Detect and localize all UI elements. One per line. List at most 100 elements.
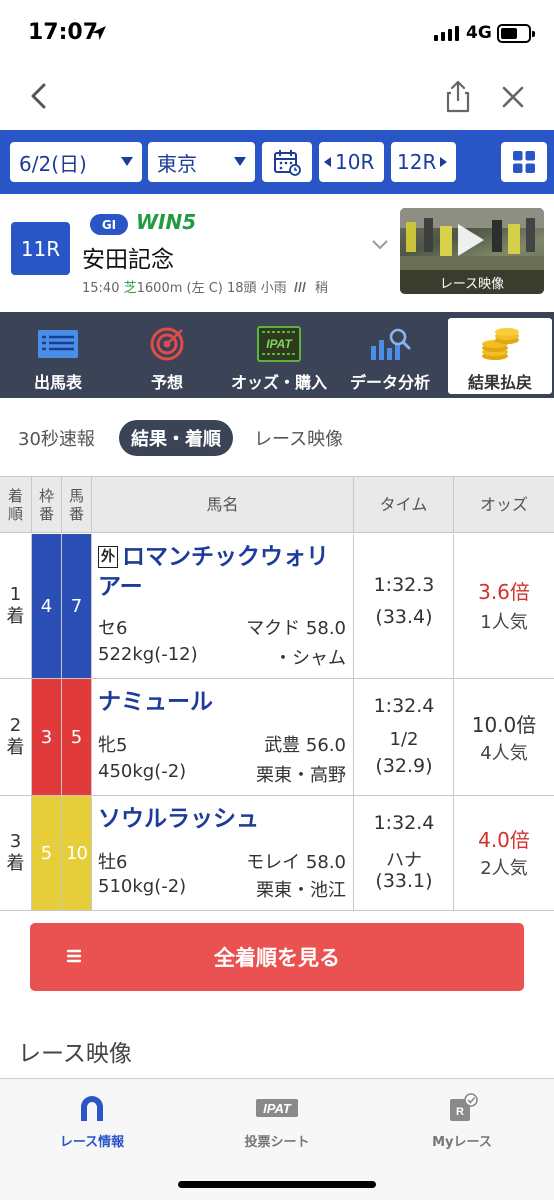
tab-data-analysis[interactable]: データ分析 xyxy=(337,318,443,394)
surface: 芝 xyxy=(123,281,137,296)
header-waku: 枠番 xyxy=(32,477,62,533)
horse-meta-1: 牝5 武豊 56.0 xyxy=(98,731,350,757)
list-lines-icon xyxy=(66,949,82,963)
umaban-cell: 5 xyxy=(62,679,92,795)
header-waku-label: 枠番 xyxy=(38,487,54,523)
calendar-button[interactable] xyxy=(262,142,312,182)
header-odds: オッズ xyxy=(479,495,528,514)
header-horse: 馬名 xyxy=(92,477,354,533)
jockey-weight: 武豊 56.0 xyxy=(264,731,346,757)
subtab-race-video[interactable]: レース映像 xyxy=(254,420,343,456)
race-selector-bar: 6/2(日) 東京 10R 12R xyxy=(0,130,554,194)
tab-prediction[interactable]: 予想 xyxy=(115,318,219,394)
horse-name[interactable]: 外ロマンチックウォリアー xyxy=(98,542,350,602)
navigation-bar xyxy=(0,66,554,128)
time-cell: 1:32.4 1/2 (32.9) xyxy=(354,679,454,795)
trainer: 栗東・池江 xyxy=(256,880,346,901)
share-icon[interactable] xyxy=(440,78,476,114)
calendar-refresh-icon xyxy=(274,150,301,176)
back-chevron-icon[interactable] xyxy=(22,78,58,114)
tab-results-payout[interactable]: 結果払戻 xyxy=(448,318,552,394)
popularity: 4人気 xyxy=(480,743,528,764)
time-cell: 1:32.3 (33.4) xyxy=(354,534,454,678)
tab-odds-label: オッズ・購入 xyxy=(230,373,327,392)
popularity: 2人気 xyxy=(480,858,528,879)
horse-cell[interactable]: ソウルラッシュ 牡6 モレイ 58.0 510kg(-2) 栗東・池江 xyxy=(92,796,354,910)
last-3f: (33.4) xyxy=(375,606,433,628)
horse-name-text: ロマンチックウォリアー xyxy=(98,544,329,600)
clock: 17:07 xyxy=(28,20,99,45)
home-indicator xyxy=(178,1181,376,1188)
header-umaban: 馬番 xyxy=(62,477,92,533)
race-video-thumbnail[interactable]: レース映像 xyxy=(400,208,544,294)
body-weight: 450kg(-2) xyxy=(98,761,187,782)
ipat-icon: IPAT xyxy=(256,1099,298,1117)
my-race-icon-text: R xyxy=(456,1106,464,1118)
bottom-tab-race-info-label: レース情報 xyxy=(59,1135,125,1150)
next-race-label: 12R xyxy=(397,150,437,174)
table-row[interactable]: 1着 4 7 外ロマンチックウォリアー セ6 マクド 58.0 522kg(-1… xyxy=(0,534,554,679)
date-value: 6/2(日) xyxy=(19,151,87,176)
entries-icon xyxy=(38,330,78,358)
bottom-tab-my-race-label: Myレース xyxy=(432,1135,492,1150)
carried-weight: 58.0 xyxy=(305,618,346,639)
umaban-cell: 10 xyxy=(62,796,92,910)
trainer: ・シャム xyxy=(274,648,346,669)
next-race-button[interactable]: 12R xyxy=(391,142,456,182)
table-header: 着順 枠番 馬番 馬名 タイム オッズ xyxy=(0,477,554,533)
chevron-down-icon[interactable] xyxy=(370,238,390,252)
tab-entries[interactable]: 出馬表 xyxy=(6,318,110,394)
horse-meta-1: セ6 マクド 58.0 xyxy=(98,614,350,640)
jockey: モレイ xyxy=(246,852,301,873)
umaban-cell: 7 xyxy=(62,534,92,678)
jockey-weight: マクド 58.0 xyxy=(246,614,346,640)
network-type: 4G xyxy=(466,23,492,43)
race-info: 15:40 芝1600m (左 C) 18頭 小雨 稍 xyxy=(82,277,328,296)
subtab-30sec[interactable]: 30秒速報 xyxy=(18,420,95,456)
header-time: タイム xyxy=(354,477,454,533)
odds-cell: 4.0倍 2人気 xyxy=(454,796,554,910)
sex-age: セ6 xyxy=(98,618,128,639)
horse-meta-1: 牡6 モレイ 58.0 xyxy=(98,848,350,874)
start-time: 15:40 xyxy=(82,281,120,296)
result-subtabs: 30秒速報 結果・着順 レース映像 xyxy=(0,418,554,460)
date-select[interactable]: 6/2(日) xyxy=(10,142,142,182)
horse-meta-2: 522kg(-12) ・シャム xyxy=(98,644,350,669)
finish-time: 1:32.3 xyxy=(373,574,435,596)
close-icon[interactable] xyxy=(496,80,530,114)
place-select[interactable]: 東京 xyxy=(148,142,255,182)
caret-down-icon xyxy=(234,157,246,166)
odds-cell: 3.6倍 1人気 xyxy=(454,534,554,678)
header-rank: 着順 xyxy=(0,477,32,533)
finish-time: 1:32.4 xyxy=(373,812,435,834)
popularity: 1人気 xyxy=(480,612,528,633)
table-row[interactable]: 3着 5 10 ソウルラッシュ 牡6 モレイ 58.0 510kg(-2) 栗東… xyxy=(0,796,554,911)
horseshoe-icon xyxy=(81,1096,103,1121)
triangle-right-icon xyxy=(440,157,448,167)
race-header: 11R GI WIN5 安田記念 15:40 芝1600m (左 C) 18頭 … xyxy=(0,194,554,312)
prev-race-label: 10R xyxy=(335,150,375,174)
jockey: マクド xyxy=(246,618,301,639)
horse-name[interactable]: ナミュール xyxy=(98,687,350,717)
subtab-result-order[interactable]: 結果・着順 xyxy=(119,420,233,456)
prev-race-button[interactable]: 10R xyxy=(319,142,384,182)
race-number-badge: 11R xyxy=(11,222,70,275)
track-condition: 稍 xyxy=(314,281,328,296)
horse-name[interactable]: ソウルラッシュ xyxy=(98,804,350,834)
odds-cell: 10.0倍 4人気 xyxy=(454,679,554,795)
menu-grid-button[interactable] xyxy=(501,142,547,182)
horse-cell[interactable]: ナミュール 牝5 武豊 56.0 450kg(-2) 栗東・高野 xyxy=(92,679,354,795)
rank-value: 1着 xyxy=(6,584,25,627)
rank-value: 3着 xyxy=(6,831,25,874)
all-results-button[interactable]: 全着順を見る xyxy=(30,923,524,991)
win5-badge: WIN5 xyxy=(136,210,197,234)
odds-value: 3.6倍 xyxy=(478,580,530,604)
table-row[interactable]: 2着 3 5 ナミュール 牝5 武豊 56.0 450kg(-2) 栗東・高野 … xyxy=(0,679,554,796)
ipat-icon: IPAT xyxy=(257,326,301,362)
rank-cell: 2着 xyxy=(0,679,32,795)
tab-data-label: データ分析 xyxy=(349,373,430,392)
all-results-label: 全着順を見る xyxy=(214,946,340,970)
tab-odds-purchase[interactable]: IPAT オッズ・購入 xyxy=(224,318,334,394)
horse-cell[interactable]: 外ロマンチックウォリアー セ6 マクド 58.0 522kg(-12) ・シャム xyxy=(92,534,354,678)
horse-meta-2: 510kg(-2) 栗東・池江 xyxy=(98,876,350,901)
